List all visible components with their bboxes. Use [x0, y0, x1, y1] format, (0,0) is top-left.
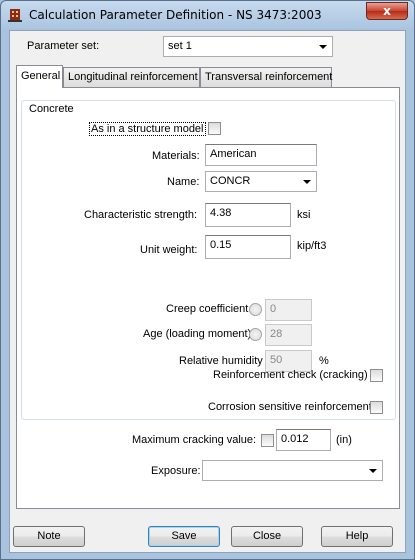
tab-longitudinal-reinforcement[interactable]: Longitudinal reinforcement: [63, 67, 200, 87]
unit-weight-unit: kip/ft3: [297, 240, 327, 252]
window-close-button[interactable]: x: [366, 2, 408, 20]
max-cracking-field[interactable]: 0.012: [276, 429, 331, 451]
chevron-down-icon: [319, 45, 327, 49]
parameter-set-value: set 1: [168, 40, 192, 52]
tab-label: General: [21, 70, 61, 82]
tab-general[interactable]: General: [16, 65, 63, 88]
parameter-set-select[interactable]: set 1: [163, 36, 333, 57]
unit-weight-field[interactable]: 0.15: [205, 235, 291, 259]
tab-transversal-reinforcement[interactable]: Transversal reinforcement: [200, 67, 332, 87]
window-title: Calculation Parameter Definition - NS 34…: [29, 8, 322, 22]
reinforcement-check-label: Reinforcement check (cracking): [213, 369, 368, 381]
dialog-window: Calculation Parameter Definition - NS 34…: [0, 0, 415, 560]
creep-coefficient-label: Creep coefficient: [166, 303, 249, 315]
relative-humidity-label: Relative humidity: [179, 355, 263, 367]
characteristic-strength-label: Characteristic strength:: [84, 209, 198, 221]
tab-label: Longitudinal reinforcement: [68, 71, 198, 83]
name-value: CONCR: [210, 175, 251, 187]
dialog-client-area: Parameter set: set 1 General Longitudina…: [9, 30, 406, 553]
title-bar[interactable]: Calculation Parameter Definition - NS 34…: [1, 1, 414, 29]
materials-field[interactable]: American: [205, 144, 317, 166]
as-in-structure-model-checkbox[interactable]: [208, 122, 221, 135]
help-button[interactable]: Help: [321, 526, 393, 547]
chevron-down-icon: [369, 469, 377, 473]
max-cracking-unit: (in): [336, 434, 352, 446]
concrete-group-title: Concrete: [27, 103, 76, 115]
relative-humidity-unit: %: [319, 355, 329, 367]
age-radio[interactable]: [249, 328, 262, 341]
general-tab-panel: Concrete As in a structure model Materia…: [16, 87, 400, 509]
characteristic-strength-field[interactable]: 4.38: [205, 203, 291, 227]
close-button[interactable]: Close: [231, 526, 303, 547]
materials-label: Materials:: [152, 150, 200, 162]
creep-coefficient-radio[interactable]: [249, 303, 262, 316]
age-label: Age (loading moment): [143, 328, 252, 340]
save-button[interactable]: Save: [148, 526, 220, 547]
exposure-label: Exposure:: [151, 465, 201, 477]
corrosion-sensitive-label: Corrosion sensitive reinforcement: [208, 401, 372, 413]
exposure-select[interactable]: [202, 460, 383, 481]
name-label: Name:: [167, 176, 200, 188]
tab-label: Transversal reinforcement: [205, 71, 333, 83]
characteristic-strength-unit: ksi: [297, 209, 311, 221]
app-icon: [8, 9, 22, 22]
reinforcement-check-checkbox[interactable]: [370, 369, 383, 382]
parameter-set-label: Parameter set:: [27, 40, 100, 52]
corrosion-sensitive-checkbox[interactable]: [370, 401, 383, 414]
age-field[interactable]: 28: [265, 324, 312, 346]
chevron-down-icon: [303, 180, 311, 184]
note-button[interactable]: Note: [13, 526, 85, 547]
unit-weight-label: Unit weight:: [140, 244, 198, 256]
creep-coefficient-field[interactable]: 0: [265, 299, 312, 321]
name-select[interactable]: CONCR: [205, 171, 317, 192]
as-in-structure-model-label[interactable]: As in a structure model: [89, 122, 206, 136]
max-cracking-checkbox[interactable]: [261, 434, 274, 447]
max-cracking-label: Maximum cracking value:: [132, 434, 257, 446]
